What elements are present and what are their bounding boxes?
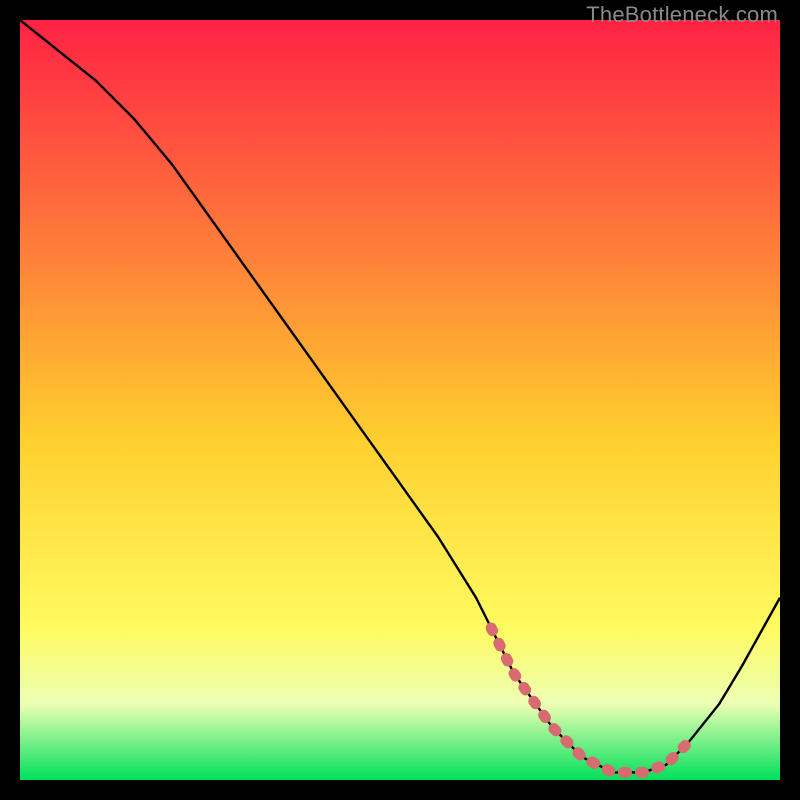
- bottleneck-chart: [20, 20, 780, 780]
- watermark-text: TheBottleneck.com: [586, 2, 778, 28]
- chart-frame: [20, 20, 780, 780]
- gradient-background: [20, 20, 780, 780]
